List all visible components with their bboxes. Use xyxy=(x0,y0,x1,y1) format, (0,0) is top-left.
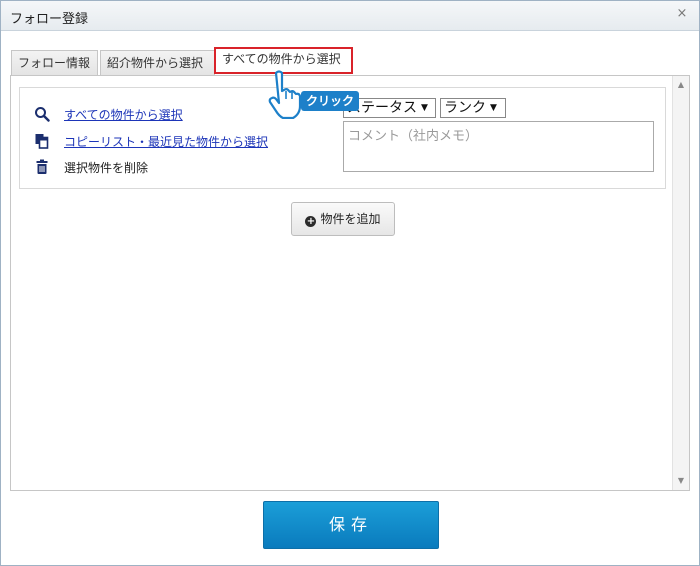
comment-textarea[interactable]: コメント（社内メモ） xyxy=(343,121,654,172)
search-all-properties-link[interactable]: すべての物件から選択 xyxy=(64,106,183,123)
plus-circle-icon: + xyxy=(305,216,317,227)
delete-selected-label[interactable]: 選択物件を削除 xyxy=(64,159,148,176)
pointer-hand-icon xyxy=(268,70,302,119)
tab-from-referral-properties[interactable]: 紹介物件から選択 xyxy=(100,50,215,75)
dialog-title: フォロー登録 xyxy=(10,12,89,27)
vertical-scrollbar[interactable]: ▲ ▼ xyxy=(672,76,689,490)
search-icon[interactable] xyxy=(34,106,50,122)
rank-select-value: ランク xyxy=(444,100,486,116)
action-delete-selected: 選択物件を削除 xyxy=(34,158,148,176)
tab-follow-info[interactable]: フォロー情報 xyxy=(11,50,98,75)
add-property-button[interactable]: + 物件を追加 xyxy=(291,202,395,236)
action-copy-list: コピーリスト・最近見た物件から選択 xyxy=(34,132,268,150)
copy-icon[interactable] xyxy=(34,133,50,149)
follow-registration-dialog: フォロー登録 × フォロー情報 紹介物件から選択 すべての物件から選択 すべての… xyxy=(0,0,700,566)
chevron-down-icon: ▼ xyxy=(421,103,428,113)
chevron-down-icon: ▼ xyxy=(490,103,497,113)
click-annotation-badge: クリック xyxy=(301,91,360,111)
copy-list-recent-link[interactable]: コピーリスト・最近見た物件から選択 xyxy=(64,133,268,150)
scroll-down-icon[interactable]: ▼ xyxy=(676,476,686,486)
rank-select[interactable]: ランク ▼ xyxy=(440,98,506,118)
add-property-label: 物件を追加 xyxy=(320,212,381,226)
close-icon[interactable]: × xyxy=(675,7,689,21)
scroll-up-icon[interactable]: ▲ xyxy=(676,80,686,90)
save-button[interactable]: 保存 xyxy=(263,501,439,549)
dialog-titlebar: フォロー登録 × xyxy=(1,1,699,31)
tab-panel: すべての物件から選択 コピーリスト・最近見た物件から選択 選択物件を削除 ステー… xyxy=(10,75,690,491)
trash-icon[interactable] xyxy=(34,159,50,175)
action-search-all: すべての物件から選択 xyxy=(34,105,183,123)
